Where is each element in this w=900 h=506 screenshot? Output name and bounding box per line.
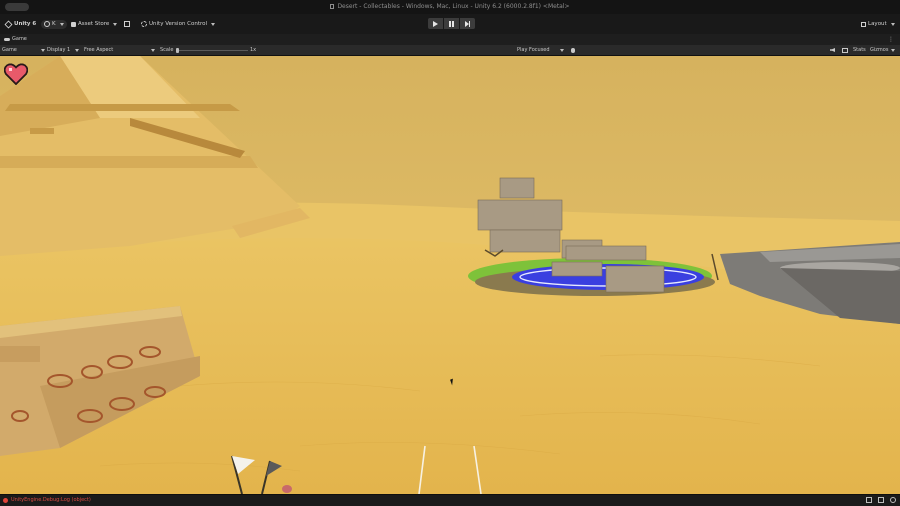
scale-slider-track[interactable]	[176, 50, 248, 51]
version-control-dropdown[interactable]: Unity Version Control	[141, 19, 216, 29]
play-mode-dropdown[interactable]: Play Focused	[517, 47, 564, 53]
stats-label: Stats	[853, 47, 866, 53]
more-options-icon[interactable]: ⋮	[888, 36, 894, 43]
play-mode-label: Play Focused	[517, 47, 550, 53]
gamepad-icon	[4, 37, 10, 41]
chevron-down-icon	[75, 48, 80, 52]
error-icon	[3, 498, 8, 503]
heart-icon	[4, 63, 28, 85]
game-view-toolbar: Game Display 1 Free Aspect Scale 1x Play…	[0, 45, 900, 56]
window-title-text: Desert - Collectables - Windows, Mac, Li…	[337, 3, 570, 10]
chevron-down-icon	[559, 48, 564, 52]
package-manager-button[interactable]	[124, 19, 130, 29]
mute-audio-toggle[interactable]	[830, 48, 835, 52]
chevron-down-icon	[40, 48, 45, 52]
pause-icon	[449, 20, 454, 27]
aspect-dropdown[interactable]: Free Aspect	[84, 47, 156, 53]
chevron-down-icon	[151, 48, 156, 52]
asset-store-label: Asset Store	[78, 21, 110, 27]
playback-controls	[428, 18, 475, 29]
step-button[interactable]	[460, 18, 475, 29]
game-tab-strip: Game ⋮	[0, 34, 900, 45]
progress-icon[interactable]	[890, 497, 896, 503]
account-label: K	[52, 21, 56, 27]
tab-game[interactable]: Game	[4, 36, 27, 42]
status-bar: UnityEngine.Debug:Log (object)	[0, 494, 900, 506]
microphone-icon	[571, 48, 575, 53]
unity-menu[interactable]: Unity 6	[4, 19, 37, 29]
play-button[interactable]	[428, 18, 443, 29]
chevron-down-icon	[891, 48, 896, 52]
layout-label: Layout	[868, 21, 887, 27]
scale-label: Scale	[160, 47, 173, 53]
store-icon	[71, 21, 76, 27]
game-viewport[interactable]	[0, 56, 900, 494]
aspect-label: Free Aspect	[84, 47, 114, 53]
title-bar: Desert - Collectables - Windows, Mac, Li…	[0, 0, 900, 14]
display-label: Display 1	[47, 47, 71, 53]
console-status-message[interactable]: UnityEngine.Debug:Log (object)	[11, 497, 91, 503]
lighting-icon[interactable]	[878, 497, 884, 503]
document-icon	[330, 4, 335, 9]
stats-toggle[interactable]: Stats	[853, 47, 866, 53]
view-mode-dropdown[interactable]: Game	[2, 47, 45, 53]
window-title: Desert - Collectables - Windows, Mac, Li…	[0, 3, 900, 10]
version-control-icon	[141, 21, 147, 27]
scale-slider-handle[interactable]	[176, 48, 179, 53]
scale-value-text: 1x	[250, 47, 257, 53]
console-icon[interactable]	[866, 497, 872, 503]
step-icon	[465, 20, 470, 27]
mic-toggle[interactable]	[571, 48, 575, 53]
speaker-icon	[830, 48, 835, 52]
chevron-down-icon	[211, 22, 216, 26]
status-icons	[866, 497, 896, 503]
gizmos-dropdown[interactable]: Gizmos	[870, 47, 896, 53]
tab-game-label: Game	[12, 36, 27, 42]
chevron-down-icon	[113, 22, 118, 26]
account-pill[interactable]: K	[41, 19, 67, 29]
version-control-label: Unity Version Control	[149, 21, 208, 27]
chevron-down-icon	[890, 22, 895, 26]
pause-button[interactable]	[444, 18, 459, 29]
scale-value: 1x	[250, 47, 256, 53]
stats-icon	[842, 48, 848, 53]
account-icon	[44, 21, 50, 27]
display-dropdown[interactable]: Display 1	[47, 47, 80, 53]
play-icon	[433, 20, 438, 27]
layout-dropdown[interactable]: Layout	[861, 19, 895, 29]
layout-icon	[861, 21, 866, 27]
brand-label: Unity 6	[14, 21, 37, 27]
scale-label-text: Scale	[160, 47, 174, 53]
stats-icon-toggle[interactable]	[842, 48, 848, 53]
package-icon	[124, 21, 130, 27]
view-mode-label: Game	[2, 47, 17, 53]
account-dropdown[interactable]: K	[41, 19, 67, 29]
gizmos-label: Gizmos	[870, 47, 889, 53]
unity-logo-icon	[4, 20, 13, 28]
chevron-down-icon	[59, 22, 64, 26]
desert-scene	[0, 56, 900, 494]
asset-store-button[interactable]: Asset Store	[71, 19, 118, 29]
